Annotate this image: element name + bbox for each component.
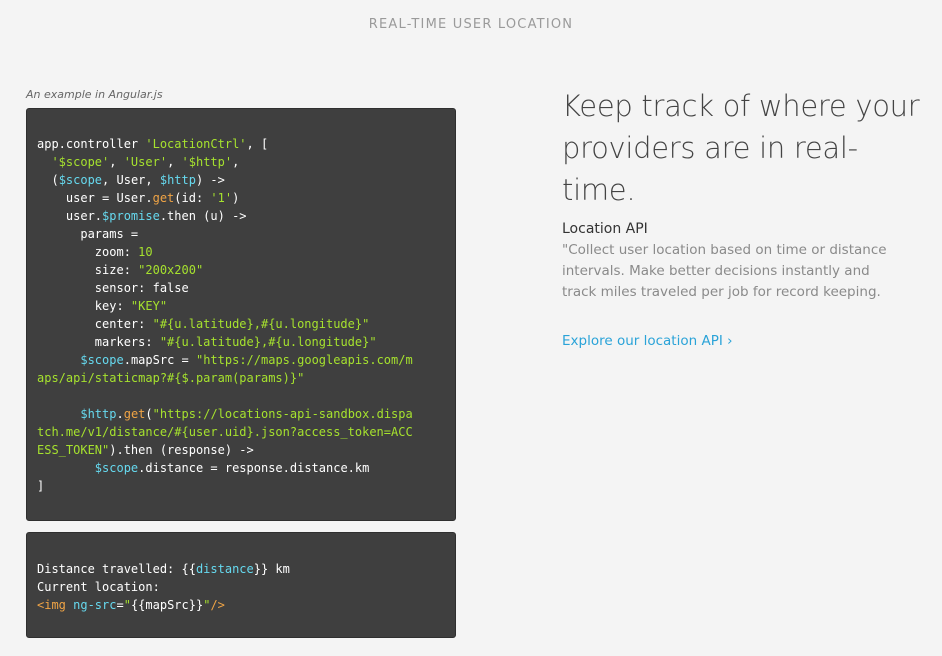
code-token: "https://locations-api-sandbox.dispa bbox=[152, 407, 413, 421]
code-token: ng-src bbox=[73, 598, 117, 612]
code-line: aps/api/staticmap?#{$.param(params)}" bbox=[37, 369, 445, 387]
code-token: '$scope' bbox=[51, 155, 110, 169]
api-title: Location API bbox=[562, 221, 648, 237]
controller-code-block: app.controller 'LocationCtrl', [ '$scope… bbox=[26, 108, 456, 521]
code-token: }} km bbox=[253, 562, 290, 576]
code-token: params = bbox=[37, 227, 139, 241]
code-token: {{mapSrc}} bbox=[130, 598, 204, 612]
code-line: params = bbox=[37, 225, 445, 243]
code-token: 'LocationCtrl' bbox=[145, 137, 247, 151]
code-token: zoom: bbox=[37, 245, 139, 259]
code-token: , User, bbox=[102, 173, 160, 187]
code-line: ] bbox=[37, 477, 445, 495]
code-line: tch.me/v1/distance/#{user.uid}.json?acce… bbox=[37, 423, 445, 441]
code-token: Current location: bbox=[37, 580, 160, 594]
code-token: app.controller bbox=[37, 137, 146, 151]
code-line: $http.get("https://locations-api-sandbox… bbox=[37, 405, 445, 423]
code-token: (id: bbox=[174, 191, 211, 205]
code-line: Current location: bbox=[37, 578, 445, 596]
code-token: size: bbox=[37, 263, 139, 277]
code-token: "https://maps.googleapis.com/m bbox=[195, 353, 413, 367]
code-token: ( bbox=[145, 407, 153, 421]
code-token: ESS_TOKEN" bbox=[37, 443, 110, 457]
code-token: , bbox=[167, 155, 182, 169]
code-line: Distance travelled: {{distance}} km bbox=[37, 560, 445, 578]
code-line: markers: "#{u.latitude},#{u.longitude}" bbox=[37, 333, 445, 351]
code-line: size: "200x200" bbox=[37, 261, 445, 279]
code-token: aps/api/staticmap?#{$.param(params)}" bbox=[37, 371, 305, 385]
code-token: $scope bbox=[94, 461, 139, 475]
code-token: user = User. bbox=[37, 191, 153, 205]
code-caption: An example in Angular.js bbox=[26, 88, 163, 101]
code-token: , bbox=[232, 155, 240, 169]
code-token: distance bbox=[195, 562, 254, 576]
section-title: REAL-TIME USER LOCATION bbox=[368, 17, 574, 32]
code-token: ).then (response) -> bbox=[109, 443, 254, 457]
code-token: $scope bbox=[80, 353, 124, 367]
code-token: . bbox=[116, 407, 124, 421]
code-token: 10 bbox=[138, 245, 153, 259]
code-token: /> bbox=[210, 598, 225, 612]
code-token: $promise bbox=[102, 209, 160, 223]
code-token: 'User' bbox=[123, 155, 168, 169]
code-token: .then (u) -> bbox=[159, 209, 247, 223]
code-line: sensor: false bbox=[37, 279, 445, 297]
code-token: markers: bbox=[37, 335, 160, 349]
code-token: $http bbox=[159, 173, 196, 187]
code-token: $http bbox=[80, 407, 117, 421]
code-token: '$http' bbox=[181, 155, 233, 169]
explore-location-api-link[interactable]: Explore our location API › bbox=[562, 333, 733, 349]
code-token: "KEY" bbox=[130, 299, 168, 313]
code-token: ( bbox=[37, 173, 59, 187]
code-token: , [ bbox=[246, 137, 269, 151]
code-token: ) -> bbox=[195, 173, 225, 187]
code-token: , bbox=[109, 155, 124, 169]
code-line: ($scope, User, $http) -> bbox=[37, 171, 445, 189]
code-line: ESS_TOKEN").then (response) -> bbox=[37, 441, 445, 459]
code-token: get bbox=[152, 191, 175, 205]
headline: Keep track of where your providers are i… bbox=[562, 89, 920, 207]
code-token: user. bbox=[37, 209, 103, 223]
code-token: key: bbox=[37, 299, 131, 313]
code-line: <img ng-src="{{mapSrc}}"/> bbox=[37, 596, 445, 614]
code-line: app.controller 'LocationCtrl', [ bbox=[37, 135, 445, 153]
api-description: "Collect user location based on time or … bbox=[562, 242, 887, 300]
code-token: tch.me/v1/distance/#{user.uid}.json?acce… bbox=[37, 425, 413, 439]
code-token: " bbox=[123, 598, 131, 612]
code-token: '1' bbox=[210, 191, 233, 205]
code-token: = bbox=[116, 598, 124, 612]
controller-code: app.controller 'LocationCtrl', [ '$scope… bbox=[37, 135, 445, 495]
code-line: user = User.get(id: '1') bbox=[37, 189, 445, 207]
code-token: $scope bbox=[58, 173, 103, 187]
template-code-block: Distance travelled: {{distance}} km Curre… bbox=[26, 532, 456, 638]
code-token: get bbox=[123, 407, 146, 421]
template-code: Distance travelled: {{distance}} km Curre… bbox=[37, 560, 445, 614]
code-token: sensor: false bbox=[37, 281, 189, 295]
code-token: "#{u.latitude},#{u.longitude}" bbox=[152, 317, 370, 331]
code-token: "#{u.latitude},#{u.longitude}" bbox=[159, 335, 377, 349]
code-token: .distance = response.distance.km bbox=[138, 461, 370, 475]
code-token: <img bbox=[37, 598, 74, 612]
code-line: center: "#{u.latitude},#{u.longitude}" bbox=[37, 315, 445, 333]
code-line: zoom: 10 bbox=[37, 243, 445, 261]
code-line: user.$promise.then (u) -> bbox=[37, 207, 445, 225]
code-line: $scope.mapSrc = "https://maps.googleapis… bbox=[37, 351, 445, 369]
code-line: key: "KEY" bbox=[37, 297, 445, 315]
code-line: '$scope', 'User', '$http', bbox=[37, 153, 445, 171]
code-token: ] bbox=[37, 479, 45, 493]
code-token: ) bbox=[232, 191, 240, 205]
code-line: $scope.distance = response.distance.km bbox=[37, 459, 445, 477]
code-token: Distance travelled: {{ bbox=[37, 562, 196, 576]
code-token: .mapSrc = bbox=[123, 353, 196, 367]
code-token: center: bbox=[37, 317, 153, 331]
code-token: "200x200" bbox=[138, 263, 204, 277]
